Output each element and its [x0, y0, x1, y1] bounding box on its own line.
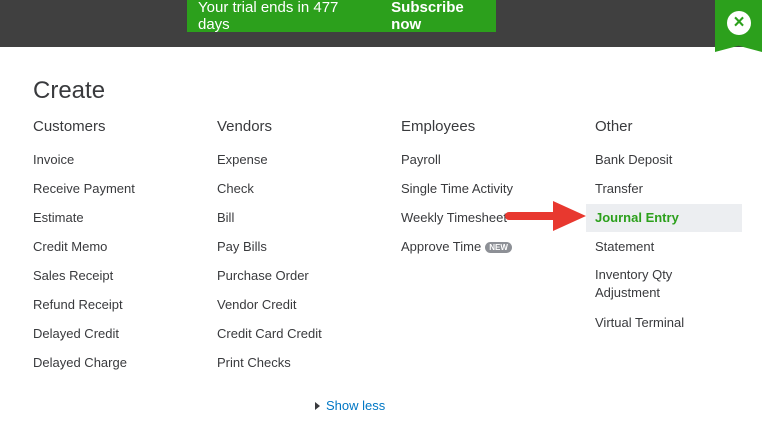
page-title: Create: [33, 77, 106, 104]
employees-column: Employees Payroll Single Time Activity W…: [401, 119, 513, 261]
caret-right-icon: [315, 402, 320, 410]
other-column: Other Bank Deposit Transfer Journal Entr…: [595, 119, 695, 337]
show-less-label: Show less: [326, 398, 386, 413]
customers-column: Customers Invoice Receive Payment Estima…: [33, 119, 135, 377]
new-badge: NEW: [485, 242, 512, 253]
menu-item-credit-card-credit[interactable]: Credit Card Credit: [217, 319, 322, 348]
red-arrow-annotation: [505, 201, 586, 231]
menu-item-expense[interactable]: Expense: [217, 152, 322, 174]
menu-item-bill[interactable]: Bill: [217, 203, 322, 232]
menu-item-journal-entry[interactable]: Journal Entry: [595, 203, 695, 232]
menu-item-pay-bills[interactable]: Pay Bills: [217, 232, 322, 261]
menu-item-estimate[interactable]: Estimate: [33, 203, 135, 232]
menu-item-bank-deposit[interactable]: Bank Deposit: [595, 152, 695, 174]
menu-item-transfer[interactable]: Transfer: [595, 174, 695, 203]
trial-banner: Your trial ends in 477 days Subscribe no…: [187, 0, 496, 33]
menu-item-delayed-charge[interactable]: Delayed Charge: [33, 348, 135, 377]
show-less-toggle[interactable]: Show less: [315, 398, 385, 413]
menu-item-invoice[interactable]: Invoice: [33, 152, 135, 174]
menu-item-refund-receipt[interactable]: Refund Receipt: [33, 290, 135, 319]
close-icon[interactable]: ×: [727, 11, 751, 35]
menu-item-purchase-order[interactable]: Purchase Order: [217, 261, 322, 290]
column-heading-other: Other: [595, 118, 633, 135]
menu-item-virtual-terminal[interactable]: Virtual Terminal: [595, 308, 695, 337]
menu-item-print-checks[interactable]: Print Checks: [217, 348, 322, 377]
column-heading-employees: Employees: [401, 118, 476, 135]
menu-item-single-time-activity[interactable]: Single Time Activity: [401, 174, 513, 203]
column-heading-customers: Customers: [33, 118, 106, 135]
menu-item-receive-payment[interactable]: Receive Payment: [33, 174, 135, 203]
menu-item-sales-receipt[interactable]: Sales Receipt: [33, 261, 135, 290]
approve-time-label: Approve Time: [401, 239, 482, 254]
column-heading-vendors: Vendors: [217, 118, 273, 135]
trial-text: Your trial ends in 477 days: [198, 0, 339, 33]
menu-item-payroll[interactable]: Payroll: [401, 152, 513, 174]
menu-item-weekly-timesheet[interactable]: Weekly Timesheet: [401, 203, 513, 232]
menu-item-credit-memo[interactable]: Credit Memo: [33, 232, 135, 261]
menu-item-check[interactable]: Check: [217, 174, 322, 203]
vendors-column: Vendors Expense Check Bill Pay Bills Pur…: [217, 119, 322, 377]
menu-item-statement[interactable]: Statement: [595, 232, 695, 261]
menu-item-inventory-qty-adjustment[interactable]: Inventory Qty Adjustment: [595, 261, 695, 308]
menu-item-vendor-credit[interactable]: Vendor Credit: [217, 290, 322, 319]
menu-item-delayed-credit[interactable]: Delayed Credit: [33, 319, 135, 348]
menu-item-approve-time[interactable]: Approve Time NEW: [401, 232, 513, 261]
subscribe-now-link[interactable]: Subscribe now: [391, 0, 496, 33]
arrow-shaft: [505, 212, 557, 220]
arrow-head: [553, 201, 586, 231]
